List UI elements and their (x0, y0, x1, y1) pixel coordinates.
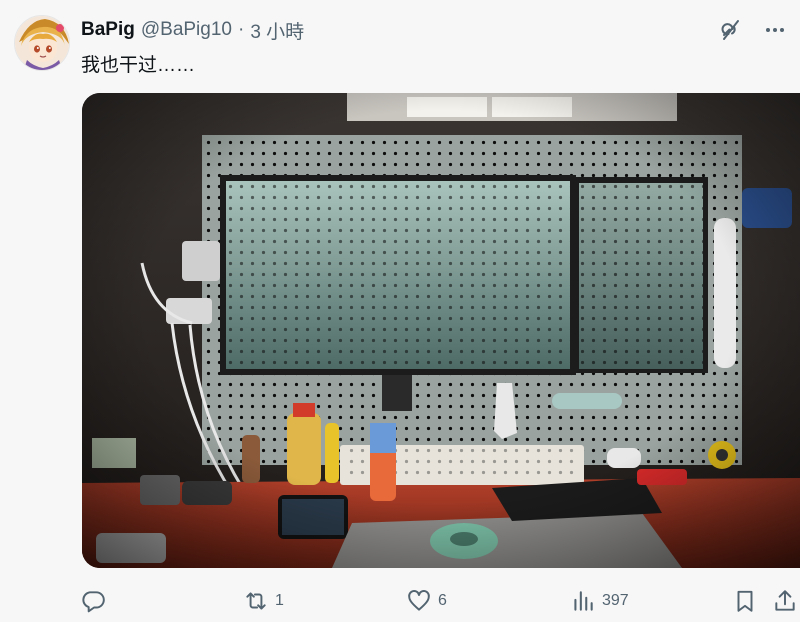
separator-dot: · (237, 19, 245, 40)
share-icon (772, 588, 798, 614)
retweet-icon (243, 588, 269, 614)
like-button[interactable]: 6 (406, 584, 447, 618)
views-icon (570, 588, 596, 614)
header-actions (718, 17, 788, 43)
avatar[interactable] (14, 15, 70, 71)
bookmark-icon (732, 588, 758, 614)
like-count: 6 (438, 592, 447, 609)
heart-icon (406, 588, 432, 614)
tweet-card[interactable]: BaPig @BaPig10 · 3 小時 我也干过…… 1 6 397 (0, 0, 800, 622)
tweet-photo[interactable] (82, 93, 800, 568)
display-name[interactable]: BaPig (81, 19, 135, 41)
desk-setup-photo-icon (82, 93, 800, 568)
share-button[interactable] (772, 584, 798, 618)
retweet-count: 1 (275, 592, 284, 609)
more-icon[interactable] (762, 17, 788, 43)
reply-button[interactable] (80, 584, 112, 618)
reply-icon (80, 588, 106, 614)
retweet-button[interactable]: 1 (243, 584, 284, 618)
anime-character-avatar-icon (15, 16, 69, 70)
action-bar: 1 6 397 (80, 584, 800, 618)
grok-icon[interactable] (718, 17, 744, 43)
timestamp[interactable]: 3 小時 (250, 17, 304, 44)
views-button[interactable]: 397 (570, 584, 629, 618)
bookmark-button[interactable] (732, 584, 758, 618)
tweet-header: BaPig @BaPig10 · 3 小時 (81, 17, 304, 43)
user-handle[interactable]: @BaPig10 (141, 19, 232, 41)
tweet-text: 我也干过…… (81, 55, 196, 76)
views-count: 397 (602, 592, 629, 609)
